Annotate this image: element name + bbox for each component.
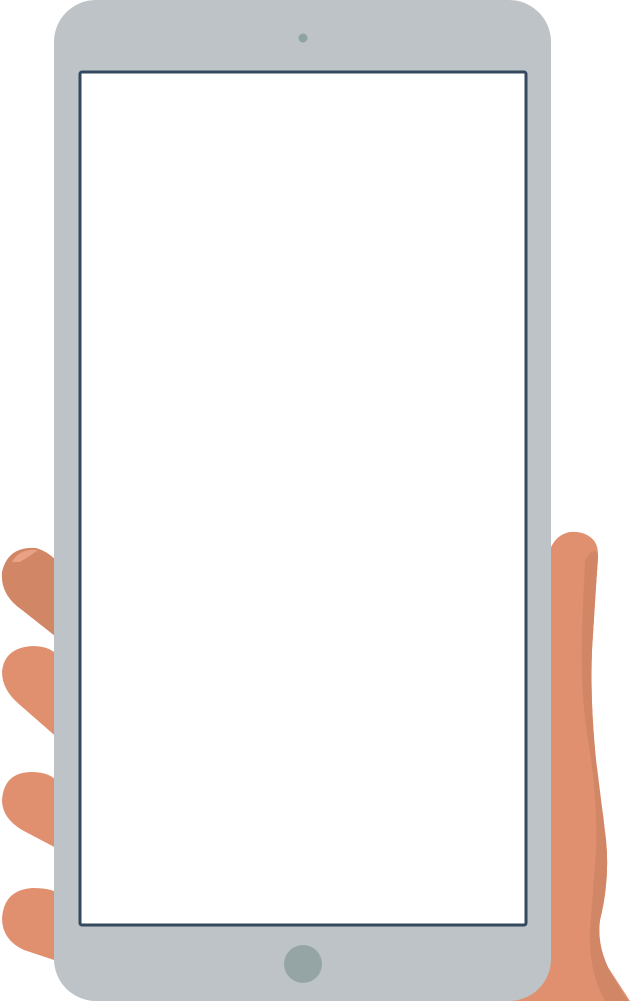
finger-3 [2, 772, 60, 850]
finger-1 [1, 547, 60, 640]
home-button-icon[interactable] [284, 945, 322, 983]
phone-illustration [0, 0, 635, 1001]
finger-2 [2, 646, 60, 740]
phone-screen [78, 70, 528, 927]
left-fingers [1, 547, 60, 962]
camera-icon [298, 33, 308, 43]
finger-4 [2, 888, 60, 962]
hand-holding-phone-graphic [1, 0, 630, 1001]
